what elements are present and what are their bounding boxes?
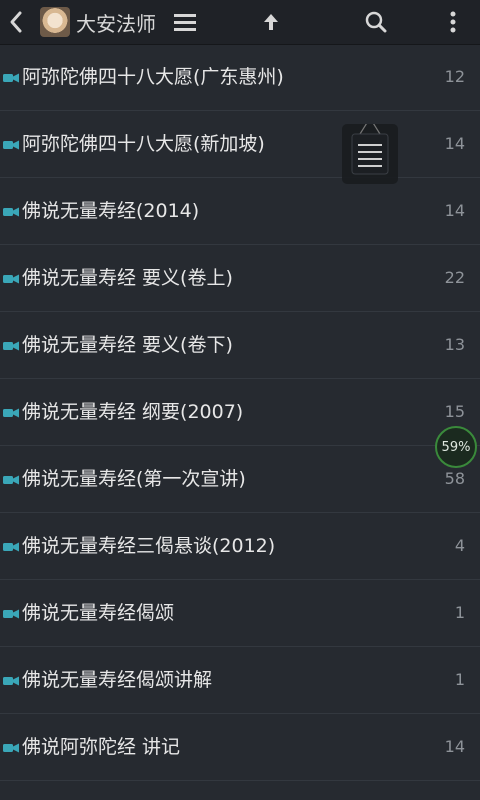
item-count: 14: [444, 737, 465, 756]
video-camera-icon: [3, 274, 19, 284]
item-count: 1: [454, 670, 465, 689]
list-item[interactable]: 佛说阿弥陀经 讲记 14: [0, 714, 480, 781]
video-camera-icon: [3, 140, 19, 150]
video-camera-icon: [3, 73, 19, 83]
up-arrow-icon: [264, 14, 278, 30]
video-camera-icon: [3, 408, 19, 418]
list-item[interactable]: 佛说无量寿经偈颂 1: [0, 580, 480, 647]
video-camera-icon: [3, 207, 19, 217]
hamburger-icon: [174, 14, 196, 31]
list-item[interactable]: 佛说无量寿经 纲要(2007) 15: [0, 379, 480, 446]
list-item[interactable]: 佛说无量寿经(第一次宣讲) 58: [0, 446, 480, 513]
video-camera-icon: [3, 475, 19, 485]
progress-badge[interactable]: 59%: [435, 426, 477, 468]
list-item[interactable]: 佛说无量寿经(2014) 14: [0, 178, 480, 245]
page-title: 大安法师: [76, 11, 156, 36]
item-title: 佛说无量寿经 要义(卷上): [22, 267, 233, 289]
video-camera-icon: [3, 743, 19, 753]
list-icon: [351, 116, 389, 175]
video-camera-icon: [3, 676, 19, 686]
item-title: 阿弥陀佛四十八大愿(新加坡): [22, 133, 265, 155]
item-title: 佛说无量寿经偈颂讲解: [22, 669, 213, 691]
item-count: 13: [444, 335, 465, 354]
overflow-menu-button[interactable]: [440, 0, 466, 44]
search-icon: [365, 11, 387, 33]
top-toolbar: 大安法师: [0, 0, 480, 45]
list-item[interactable]: 佛说无量寿经三偈悬谈(2012) 4: [0, 513, 480, 580]
item-count: 1: [454, 603, 465, 622]
list-item[interactable]: 佛说无量寿经 要义(卷下) 13: [0, 312, 480, 379]
item-title: 佛说无量寿经(第一次宣讲): [22, 468, 246, 490]
video-camera-icon: [3, 542, 19, 552]
floating-menu-button[interactable]: [342, 116, 398, 184]
item-title: 佛说无量寿经 纲要(2007): [22, 401, 244, 423]
item-title: 佛说无量寿经三偈悬谈(2012): [22, 535, 276, 557]
item-title: 佛说无量寿经偈颂: [22, 602, 175, 624]
list-item[interactable]: 佛说无量寿经 要义(卷上) 22: [0, 245, 480, 312]
video-camera-icon: [3, 609, 19, 619]
item-title: 佛说阿弥陀经 讲记: [22, 736, 181, 758]
list-item[interactable]: 阿弥陀佛四十八大愿(新加坡) 14: [0, 111, 480, 178]
chevron-left-icon: [10, 11, 22, 33]
video-camera-icon: [3, 341, 19, 351]
menu-button[interactable]: [172, 0, 198, 44]
list-item[interactable]: 阿弥陀佛四十八大愿(广东惠州) 12: [0, 44, 480, 111]
video-list: 阿弥陀佛四十八大愿(广东惠州) 12 阿弥陀佛四十八大愿(新加坡) 14 佛说无量寿经(…: [0, 44, 480, 781]
list-item[interactable]: 佛说无量寿经偈颂讲解 1: [0, 647, 480, 714]
item-count: 14: [444, 134, 465, 153]
item-title: 阿弥陀佛四十八大愿(广东惠州): [22, 66, 284, 88]
item-title: 佛说无量寿经(2014): [22, 200, 200, 222]
up-button[interactable]: [258, 0, 284, 44]
item-count: 14: [444, 201, 465, 220]
item-title: 佛说无量寿经 要义(卷下): [22, 334, 233, 356]
item-count: 22: [444, 268, 465, 287]
back-button[interactable]: [4, 0, 30, 44]
avatar[interactable]: [40, 7, 70, 37]
more-vertical-icon: [450, 11, 456, 33]
search-button[interactable]: [362, 0, 390, 44]
item-count: 4: [454, 536, 465, 555]
item-count: 12: [444, 67, 465, 86]
